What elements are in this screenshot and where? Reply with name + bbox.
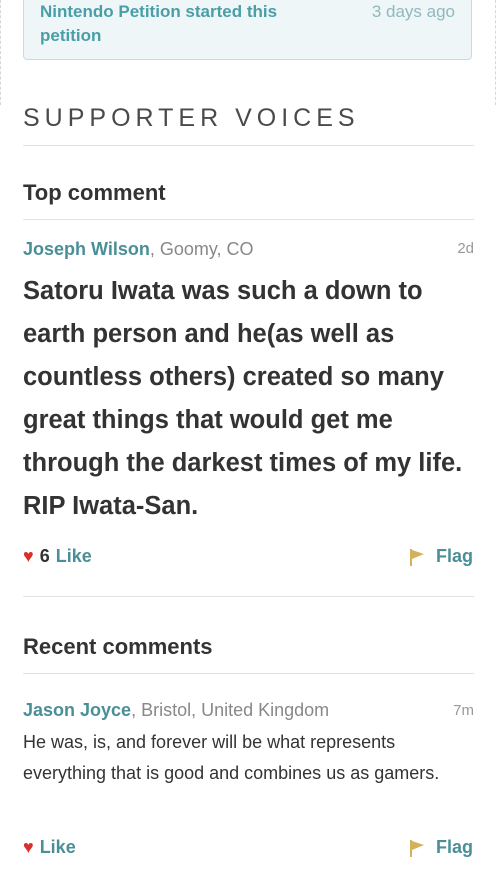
like-button[interactable]: ♥ 6 Like [23, 546, 92, 567]
petition-started-banner: Nintendo Petition started this petition … [23, 0, 472, 60]
recent-comments-heading: Recent comments [23, 634, 213, 659]
comment-author-link[interactable]: Jason Joyce [23, 700, 131, 720]
recent-comment-meta: Jason Joyce, Bristol, United Kingdom [23, 699, 329, 721]
top-comment-meta: Joseph Wilson, Goomy, CO [23, 238, 254, 260]
petition-started-text: Nintendo Petition started this petition [40, 2, 278, 45]
flag-button[interactable]: Flag [408, 837, 473, 858]
heart-icon: ♥ [23, 837, 34, 857]
flag-label: Flag [435, 837, 473, 857]
recent-comment-body: He was, is, and forever will be what rep… [23, 732, 440, 783]
page-edge-right [492, 0, 496, 105]
top-comment-heading: Top comment [23, 180, 166, 205]
heart-icon: ♥ [23, 546, 34, 566]
petition-started-time: 3 days ago [371, 2, 455, 21]
comment-location: , Goomy, CO [149, 239, 254, 259]
divider [23, 219, 474, 220]
divider [23, 145, 474, 146]
page-edge-left [0, 0, 4, 105]
comment-location: , Bristol, United Kingdom [131, 700, 330, 720]
like-count: 6 [39, 546, 50, 566]
section-heading: SUPPORTER VOICES [23, 104, 360, 132]
divider [23, 673, 474, 674]
like-button[interactable]: ♥ Like [23, 837, 76, 858]
flag-icon [409, 839, 424, 857]
top-comment-body: Satoru Iwata was such a down to earth pe… [23, 277, 463, 520]
divider [23, 596, 474, 597]
comment-time: 2d [457, 240, 474, 257]
flag-label: Flag [435, 546, 473, 566]
like-label: Like [39, 837, 76, 857]
comment-author-link[interactable]: Joseph Wilson [23, 239, 150, 259]
comment-time: 7m [453, 702, 474, 719]
flag-button[interactable]: Flag [408, 546, 473, 567]
like-label: Like [55, 546, 92, 566]
flag-icon [409, 548, 424, 566]
